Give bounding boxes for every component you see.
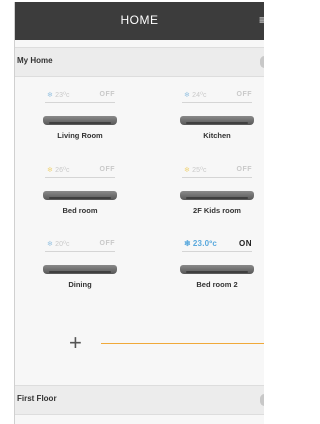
device-tile-living-room[interactable]: ❄ 23ºc OFF Living Room: [43, 90, 117, 150]
status-divider: [182, 177, 252, 178]
device-tile-bed-room-2[interactable]: ❄ 23.0ºc ON Bed room 2: [180, 239, 254, 299]
device-name: Bed room: [62, 206, 98, 215]
device-temp: ❄ 24ºc: [184, 92, 207, 99]
snowflake-icon: ❄: [47, 92, 54, 99]
air-conditioner-icon: [43, 116, 117, 125]
device-tile-dining[interactable]: ❄ 20ºc OFF Dining: [43, 239, 117, 299]
device-temp: ❄ 23.0ºc: [184, 239, 218, 248]
device-power-state[interactable]: OFF: [100, 166, 116, 173]
status-divider: [182, 251, 252, 252]
device-name: Dining: [68, 280, 92, 289]
snowflake-icon: ❄: [184, 167, 191, 174]
status-divider: [45, 251, 115, 252]
expand-handle-icon[interactable]: [260, 56, 264, 68]
device-temp: ❄ 20ºc: [47, 241, 70, 248]
status-divider: [45, 102, 115, 103]
device-status: ❄ 25ºc OFF: [180, 165, 254, 177]
section-label: My Home: [17, 56, 53, 65]
section-label: First Floor: [17, 394, 57, 403]
air-conditioner-icon: [180, 265, 254, 274]
device-name: 2F Kids room: [193, 206, 241, 215]
add-divider-line: [101, 343, 264, 344]
page-title: HOME: [120, 13, 159, 27]
device-name: Kitchen: [203, 131, 231, 140]
device-name: Living Room: [57, 131, 103, 140]
air-conditioner-icon: [180, 116, 254, 125]
device-status: ❄ 23.0ºc ON: [180, 239, 254, 251]
app-header: HOME ≡: [15, 2, 264, 40]
device-temp: ❄ 26ºc: [47, 167, 70, 174]
device-temp: ❄ 25ºc: [184, 167, 207, 174]
device-power-state[interactable]: OFF: [237, 91, 253, 98]
device-temp: ❄ 23ºc: [47, 92, 70, 99]
snowflake-icon: ❄: [47, 241, 54, 248]
snowflake-icon: ❄: [184, 92, 191, 99]
air-conditioner-icon: [180, 191, 254, 200]
snowflake-icon: ❄: [47, 167, 54, 174]
plus-icon[interactable]: +: [69, 332, 82, 354]
device-power-state[interactable]: ON: [239, 239, 252, 248]
status-divider: [45, 177, 115, 178]
device-tile-bed-room[interactable]: ❄ 26ºc OFF Bed room: [43, 165, 117, 225]
add-device-row: +: [15, 330, 264, 360]
device-power-state[interactable]: OFF: [100, 240, 116, 247]
air-conditioner-icon: [43, 265, 117, 274]
status-divider: [182, 102, 252, 103]
section-my-home[interactable]: My Home: [15, 47, 264, 77]
snowflake-icon: ❄: [184, 239, 191, 248]
device-power-state[interactable]: OFF: [100, 91, 116, 98]
section-first-floor[interactable]: First Floor: [15, 385, 264, 415]
air-conditioner-icon: [43, 191, 117, 200]
expand-handle-icon[interactable]: [260, 394, 264, 406]
device-status: ❄ 23ºc OFF: [43, 90, 117, 102]
device-name: Bed room 2: [196, 280, 238, 289]
device-tile-kitchen[interactable]: ❄ 24ºc OFF Kitchen: [180, 90, 254, 150]
menu-icon[interactable]: ≡: [259, 13, 264, 27]
app-screen: HOME ≡ My Home ❄23ºc OFF Living Room ❄24…: [14, 2, 264, 424]
device-power-state[interactable]: OFF: [237, 166, 253, 173]
device-status: ❄ 20ºc OFF: [43, 239, 117, 251]
device-status: ❄ 24ºc OFF: [180, 90, 254, 102]
device-tile-2f-kids-room[interactable]: ❄ 25ºc OFF 2F Kids room: [180, 165, 254, 225]
device-status: ❄ 26ºc OFF: [43, 165, 117, 177]
